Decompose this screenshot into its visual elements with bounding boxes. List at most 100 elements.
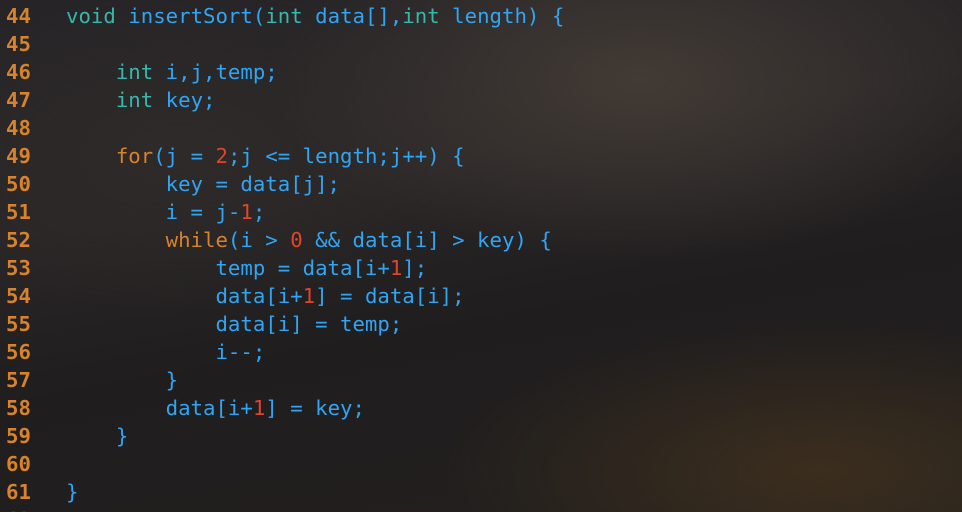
line-code: } bbox=[56, 366, 178, 394]
code-line[interactable]: 57 } bbox=[0, 366, 962, 394]
code-token: i--; bbox=[66, 340, 266, 364]
code-token: 1 bbox=[252, 396, 266, 420]
line-number: 60 bbox=[6, 452, 31, 476]
code-token: i,j,temp; bbox=[153, 60, 278, 84]
code-line[interactable]: 61} bbox=[0, 478, 962, 506]
line-number: 50 bbox=[6, 172, 31, 196]
code-token: && data[i] > key) { bbox=[302, 228, 552, 252]
code-token: 1 bbox=[389, 256, 403, 280]
line-number: 54 bbox=[6, 284, 31, 308]
code-token: ( bbox=[252, 4, 266, 28]
line-code: void insertSort(int data[],int length) { bbox=[56, 2, 564, 30]
code-line[interactable]: 52 while(i > 0 && data[i] > key) { bbox=[0, 226, 962, 254]
code-token: for bbox=[115, 144, 154, 168]
code-token: data[i] = temp; bbox=[66, 312, 403, 336]
code-token: key = data[j]; bbox=[66, 172, 341, 196]
code-token: data[i+ bbox=[66, 396, 253, 420]
line-code: temp = data[i+1]; bbox=[56, 254, 427, 282]
line-code: i--; bbox=[56, 338, 265, 366]
code-line[interactable]: 54 data[i+1] = data[i]; bbox=[0, 282, 962, 310]
line-code: key = data[j]; bbox=[56, 170, 340, 198]
line-number: 48 bbox=[6, 116, 31, 140]
line-code: i = j-1; bbox=[56, 198, 266, 226]
code-token: ] = data[i]; bbox=[315, 284, 465, 308]
code-line[interactable]: 48 bbox=[0, 114, 962, 142]
line-number: 44 bbox=[6, 4, 31, 28]
code-token: int bbox=[265, 4, 303, 28]
code-line[interactable]: 44 void insertSort(int data[],int length)… bbox=[0, 2, 962, 30]
line-code: int i,j,temp; bbox=[56, 58, 278, 86]
code-token: data[], bbox=[302, 4, 403, 28]
code-token: ;j <= length;j++) { bbox=[227, 144, 465, 168]
line-number: 45 bbox=[6, 32, 31, 56]
line-number: 51 bbox=[6, 200, 31, 224]
line-code: data[i] = temp; bbox=[56, 310, 402, 338]
code-token: (j = bbox=[153, 144, 216, 168]
code-token: insertSort bbox=[128, 4, 253, 28]
line-number: 57 bbox=[6, 368, 31, 392]
code-token: (i > bbox=[227, 228, 291, 252]
code-token: ]; bbox=[402, 256, 428, 280]
line-code: data[i+1] = data[i]; bbox=[56, 282, 465, 310]
line-number: 47 bbox=[6, 88, 31, 112]
line-number: 46 bbox=[6, 60, 31, 84]
code-token: 1 bbox=[240, 200, 253, 224]
code-token: length) { bbox=[439, 4, 565, 28]
code-line[interactable]: 51 i = j-1; bbox=[0, 198, 962, 226]
code-line[interactable]: 45 bbox=[0, 30, 962, 58]
code-line[interactable]: 56 i--; bbox=[0, 338, 962, 366]
line-number: 55 bbox=[6, 312, 31, 336]
line-code: } bbox=[56, 422, 128, 450]
code-token: int bbox=[115, 88, 154, 112]
code-line[interactable]: 60 bbox=[0, 450, 962, 478]
code-line[interactable]: 47 int key; bbox=[0, 86, 962, 114]
code-token: temp = data[i+ bbox=[66, 256, 390, 280]
code-token: int bbox=[402, 4, 440, 28]
code-token: void bbox=[66, 4, 116, 28]
line-code: int key; bbox=[56, 86, 216, 114]
line-number: 56 bbox=[6, 340, 31, 364]
code-token: } bbox=[66, 424, 129, 448]
line-code: for(j = 2;j <= length;j++) { bbox=[56, 142, 465, 170]
code-token: 1 bbox=[302, 284, 316, 308]
code-line[interactable]: 55 data[i] = temp; bbox=[0, 310, 962, 338]
code-token: ; bbox=[252, 200, 266, 224]
line-code: } bbox=[56, 478, 78, 506]
code-token: ] = key; bbox=[265, 396, 365, 420]
line-number: 49 bbox=[6, 144, 31, 168]
code-token: int bbox=[115, 60, 154, 84]
line-number: 62 bbox=[0, 506, 56, 512]
code-token: data[i+ bbox=[66, 284, 303, 308]
code-line[interactable]: 50 key = data[j]; bbox=[0, 170, 962, 198]
code-token: } bbox=[66, 480, 79, 504]
code-token: i = j- bbox=[66, 200, 241, 224]
code-line[interactable]: 62 bbox=[0, 506, 962, 512]
line-number: 61 bbox=[6, 480, 31, 504]
line-number: 53 bbox=[6, 256, 31, 280]
code-token: 2 bbox=[215, 144, 228, 168]
line-number: 58 bbox=[6, 396, 31, 420]
code-token: key; bbox=[153, 88, 216, 112]
code-token: while bbox=[165, 228, 228, 252]
line-number: 52 bbox=[6, 228, 31, 252]
line-number: 59 bbox=[6, 424, 31, 448]
code-line[interactable]: 46 int i,j,temp; bbox=[0, 58, 962, 86]
line-code: while(i > 0 && data[i] > key) { bbox=[56, 226, 552, 254]
code-token: 0 bbox=[290, 228, 303, 252]
code-line[interactable]: 58 data[i+1] = key; bbox=[0, 394, 962, 422]
code-line[interactable]: 59 } bbox=[0, 422, 962, 450]
code-editor[interactable]: 44 void insertSort(int data[],int length)… bbox=[0, 2, 962, 512]
code-token: } bbox=[66, 368, 179, 392]
code-line[interactable]: 53 temp = data[i+1]; bbox=[0, 254, 962, 282]
line-code: data[i+1] = key; bbox=[56, 394, 365, 422]
code-line[interactable]: 49 for(j = 2;j <= length;j++) { bbox=[0, 142, 962, 170]
